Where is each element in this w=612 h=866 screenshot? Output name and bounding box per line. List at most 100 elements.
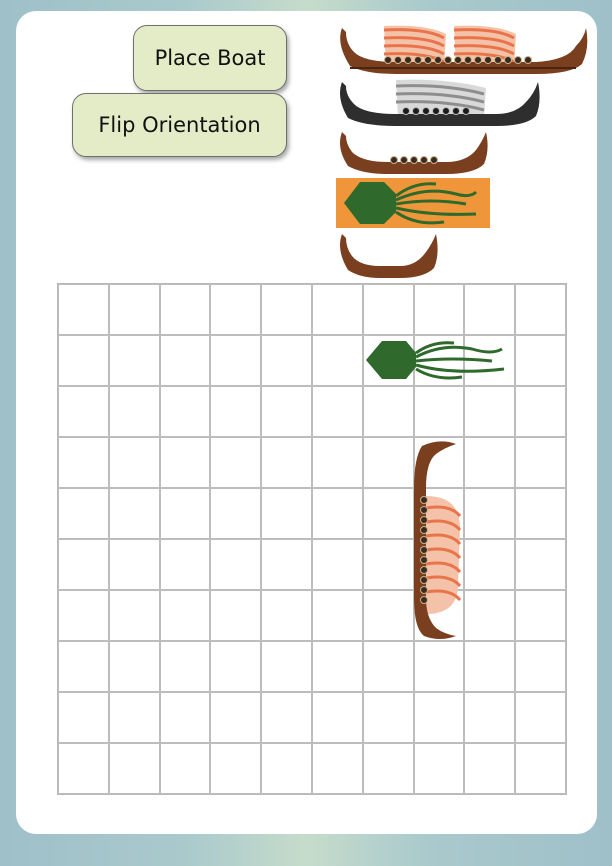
- board-cell[interactable]: [362, 386, 414, 437]
- board-cell[interactable]: [108, 284, 160, 335]
- board-cell[interactable]: [58, 743, 109, 794]
- board-cell[interactable]: [108, 437, 160, 488]
- board-cell[interactable]: [108, 641, 160, 692]
- board-cell[interactable]: [464, 641, 516, 692]
- board-cell[interactable]: [464, 743, 516, 794]
- board-cell[interactable]: [261, 743, 312, 794]
- board-cell[interactable]: [58, 539, 109, 590]
- board-cell[interactable]: [311, 386, 363, 437]
- board-cell[interactable]: [261, 488, 312, 539]
- board-cell[interactable]: [515, 386, 566, 437]
- placed-kraken[interactable]: [362, 335, 512, 385]
- board-cell[interactable]: [210, 437, 262, 488]
- board-cell[interactable]: [311, 437, 363, 488]
- board-cell[interactable]: [108, 335, 160, 386]
- board-cell[interactable]: [464, 692, 516, 743]
- board-cell[interactable]: [108, 590, 160, 641]
- board-cell[interactable]: [261, 539, 312, 590]
- board-cell[interactable]: [159, 539, 211, 590]
- board-cell[interactable]: [58, 641, 109, 692]
- tray-longship-five-sail[interactable]: [336, 24, 592, 76]
- board-cell[interactable]: [515, 335, 566, 386]
- board-cell[interactable]: [311, 284, 363, 335]
- board-cell[interactable]: [58, 488, 109, 539]
- board-cell[interactable]: [108, 386, 160, 437]
- board-cell[interactable]: [413, 284, 465, 335]
- board-cell[interactable]: [515, 488, 566, 539]
- board-cell[interactable]: [464, 284, 516, 335]
- board-cell[interactable]: [311, 539, 363, 590]
- board-cell[interactable]: [515, 641, 566, 692]
- board-cell[interactable]: [515, 437, 566, 488]
- board-cell[interactable]: [464, 590, 516, 641]
- board-cell[interactable]: [108, 488, 160, 539]
- board-cell[interactable]: [362, 590, 414, 641]
- board-cell[interactable]: [261, 692, 312, 743]
- board-cell[interactable]: [311, 488, 363, 539]
- board-cell[interactable]: [58, 692, 109, 743]
- board-cell[interactable]: [210, 335, 262, 386]
- board-cell[interactable]: [362, 539, 414, 590]
- flip-orientation-button[interactable]: Flip Orientation: [72, 93, 287, 157]
- board-cell[interactable]: [413, 641, 465, 692]
- board-cell[interactable]: [261, 590, 312, 641]
- board-cell[interactable]: [515, 284, 566, 335]
- board-cell[interactable]: [159, 641, 211, 692]
- board-cell[interactable]: [362, 641, 414, 692]
- board-cell[interactable]: [311, 743, 363, 794]
- board-cell[interactable]: [159, 386, 211, 437]
- board-cell[interactable]: [515, 743, 566, 794]
- board-cell[interactable]: [515, 539, 566, 590]
- board-cell[interactable]: [311, 590, 363, 641]
- board-cell[interactable]: [159, 488, 211, 539]
- board-cell[interactable]: [311, 641, 363, 692]
- board-cell[interactable]: [108, 539, 160, 590]
- tray-kraken[interactable]: [336, 178, 490, 228]
- board-cell[interactable]: [464, 488, 516, 539]
- board-cell[interactable]: [261, 386, 312, 437]
- board-cell[interactable]: [159, 692, 211, 743]
- board-cell[interactable]: [210, 386, 262, 437]
- board-cell[interactable]: [515, 590, 566, 641]
- board-cell[interactable]: [464, 437, 516, 488]
- board-cell[interactable]: [58, 437, 109, 488]
- board-cell[interactable]: [58, 590, 109, 641]
- board-cell[interactable]: [261, 437, 312, 488]
- board-cell[interactable]: [108, 692, 160, 743]
- board-cell[interactable]: [362, 488, 414, 539]
- board-cell[interactable]: [159, 335, 211, 386]
- board-cell[interactable]: [261, 335, 312, 386]
- board-cell[interactable]: [210, 539, 262, 590]
- tray-longship-two[interactable]: [336, 230, 440, 280]
- board-cell[interactable]: [210, 692, 262, 743]
- board-cell[interactable]: [311, 692, 363, 743]
- board-cell[interactable]: [210, 284, 262, 335]
- board-cell[interactable]: [261, 641, 312, 692]
- board-cell[interactable]: [413, 743, 465, 794]
- placed-longship[interactable]: [410, 438, 462, 642]
- board-cell[interactable]: [159, 284, 211, 335]
- board-cell[interactable]: [362, 692, 414, 743]
- board-cell[interactable]: [210, 743, 262, 794]
- board-cell[interactable]: [58, 335, 109, 386]
- board-cell[interactable]: [58, 386, 109, 437]
- place-boat-button[interactable]: Place Boat: [133, 25, 287, 91]
- board-cell[interactable]: [362, 743, 414, 794]
- board-cell[interactable]: [362, 437, 414, 488]
- board-cell[interactable]: [515, 692, 566, 743]
- board-cell[interactable]: [210, 590, 262, 641]
- board-cell[interactable]: [362, 284, 414, 335]
- board-cell[interactable]: [413, 692, 465, 743]
- board-cell[interactable]: [159, 437, 211, 488]
- board-cell[interactable]: [210, 488, 262, 539]
- board-cell[interactable]: [159, 743, 211, 794]
- board-cell[interactable]: [413, 386, 465, 437]
- board-cell[interactable]: [159, 590, 211, 641]
- board-cell[interactable]: [108, 743, 160, 794]
- board-cell[interactable]: [58, 284, 109, 335]
- board-cell[interactable]: [261, 284, 312, 335]
- board-cell[interactable]: [210, 641, 262, 692]
- board-cell[interactable]: [311, 335, 363, 386]
- tray-longship-grey[interactable]: [336, 78, 542, 128]
- board-cell[interactable]: [464, 539, 516, 590]
